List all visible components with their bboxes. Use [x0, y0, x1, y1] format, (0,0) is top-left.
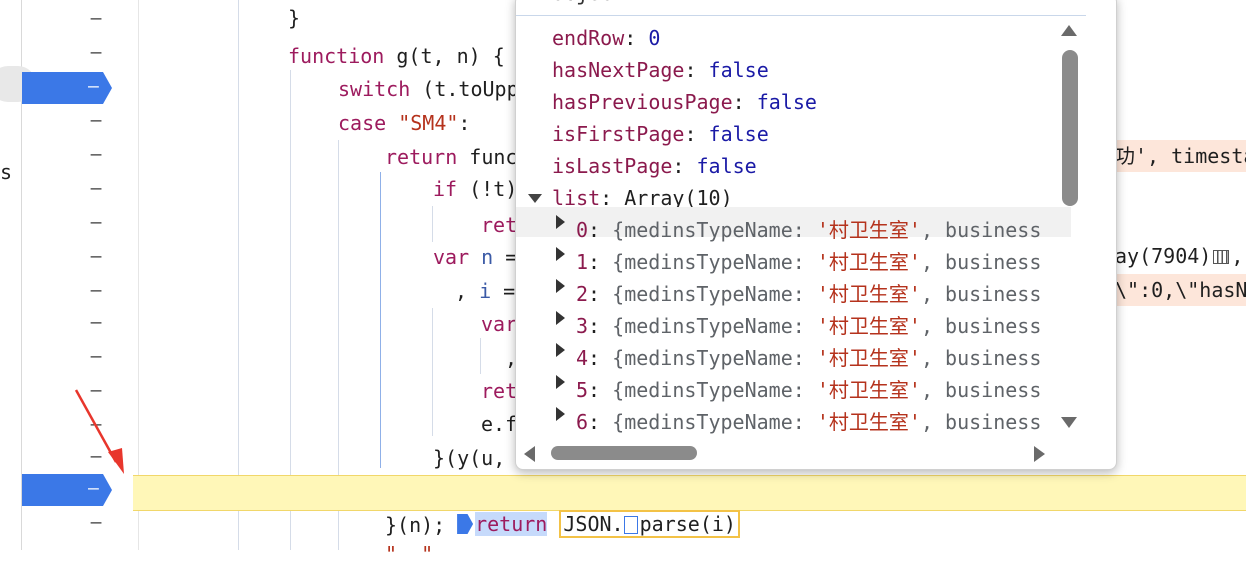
collapse-triangle-icon[interactable]	[556, 215, 565, 229]
collapse-triangle-icon[interactable]	[556, 375, 565, 389]
list-item-row[interactable]: 1: {medinsTypeName: '村卫生室', business	[576, 246, 1041, 278]
property-row[interactable]: hasNextPage: false	[552, 54, 769, 86]
code-line: e.f	[481, 412, 518, 436]
horizontal-scrollbar-thumb[interactable]	[551, 446, 697, 460]
breakpoint-label: –	[88, 76, 99, 97]
gutter-separator	[138, 0, 139, 550]
inline-value-preview: 功', timesta	[1115, 140, 1246, 172]
line-marker[interactable]: –	[86, 346, 106, 368]
inline-value-preview: ay(7904),	[1115, 244, 1244, 268]
breakpoint-marker-active[interactable]: –	[22, 474, 112, 506]
side-panel-text: s	[0, 160, 13, 184]
list-item-row[interactable]: 0: {medinsTypeName: '村卫生室', business	[576, 214, 1041, 246]
code-line: ret	[481, 213, 518, 237]
indent-guide-active	[380, 172, 381, 468]
indent-guide	[480, 338, 481, 374]
code-line: ret	[481, 379, 518, 403]
list-item-row[interactable]: 2: {medinsTypeName: '村卫生室', business	[576, 278, 1041, 310]
code-line: function g(t, n) {	[288, 44, 505, 68]
vertical-scrollbar-thumb[interactable]	[1062, 50, 1078, 206]
step-marker-icon[interactable]	[457, 514, 474, 534]
code-line-paused: return JSON. parse(i)	[433, 476, 740, 538]
line-marker[interactable]: –	[86, 144, 106, 166]
line-marker[interactable]: –	[86, 42, 106, 64]
line-marker[interactable]: –	[86, 110, 106, 132]
scroll-right-icon[interactable]	[1034, 446, 1045, 462]
expression-highlight: JSON. parse(i)	[559, 510, 740, 538]
property-row[interactable]: isFirstPage: false	[552, 118, 769, 150]
annotation-arrow-icon	[74, 389, 124, 474]
popover-header: object	[516, 0, 1086, 16]
indent-guide	[432, 308, 433, 436]
code-line: return func	[385, 145, 518, 169]
scroll-up-icon[interactable]	[1061, 25, 1077, 36]
object-preview-popover[interactable]: object endRow: 0 hasNextPage: false hasP…	[515, 0, 1117, 470]
code-line: var n =	[433, 245, 518, 269]
popover-header-label: object	[552, 0, 624, 5]
property-row[interactable]: hasPreviousPage: false	[552, 86, 817, 118]
collapse-triangle-icon[interactable]	[556, 247, 565, 261]
list-item-row[interactable]: 4: {medinsTypeName: '村卫生室', business	[576, 342, 1041, 374]
property-row[interactable]: endRow: 0	[552, 22, 660, 54]
scroll-left-icon[interactable]	[524, 446, 535, 462]
line-marker[interactable]: –	[86, 246, 106, 268]
code-line: var	[481, 312, 518, 336]
code-line: }(y(u,	[433, 446, 506, 470]
collapse-triangle-icon[interactable]	[556, 311, 565, 325]
line-marker[interactable]: –	[86, 512, 106, 534]
line-marker[interactable]: –	[86, 312, 106, 334]
line-marker[interactable]: –	[86, 8, 106, 30]
scroll-down-icon[interactable]	[1061, 417, 1077, 428]
code-line: case "SM4":	[338, 111, 471, 135]
code-line: if (!t)	[433, 177, 518, 201]
indent-guide	[432, 206, 433, 242]
property-row[interactable]: isLastPage: false	[552, 150, 757, 182]
collapse-triangle-icon[interactable]	[556, 407, 565, 421]
code-line: switch (t.toUpp	[338, 77, 519, 101]
collapse-triangle-icon[interactable]	[556, 343, 565, 357]
line-marker[interactable]: –	[86, 178, 106, 200]
list-item-row[interactable]: 5: {medinsTypeName: '村卫生室', business	[576, 374, 1041, 406]
collapse-triangle-icon[interactable]	[556, 279, 565, 293]
expand-triangle-icon[interactable]	[528, 194, 542, 203]
code-line: , i =	[455, 279, 516, 303]
breakpoint-label: –	[88, 478, 99, 499]
indent-guide	[238, 0, 239, 550]
array-icon[interactable]	[1213, 250, 1230, 264]
line-marker[interactable]: –	[86, 280, 106, 302]
breakpoint-marker[interactable]: –	[22, 72, 112, 104]
code-line: " "	[385, 542, 434, 566]
line-marker[interactable]: –	[86, 212, 106, 234]
code-line: }	[288, 6, 301, 30]
list-item-row[interactable]: 6: {medinsTypeName: '村卫生室', business	[576, 406, 1041, 438]
inline-value-preview: \":0,\"hasNe	[1115, 274, 1246, 306]
code-line: }(n);	[385, 513, 446, 537]
step-marker-hollow-icon[interactable]	[623, 516, 638, 534]
list-item-row[interactable]: 3: {medinsTypeName: '村卫生室', business	[576, 310, 1041, 342]
